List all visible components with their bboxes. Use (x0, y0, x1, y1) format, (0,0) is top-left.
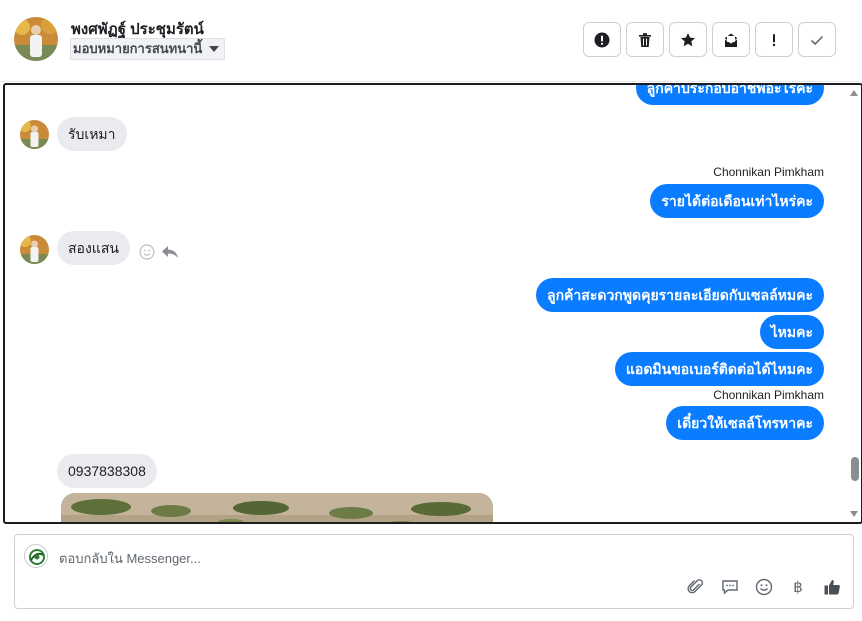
smiley-icon[interactable] (753, 576, 775, 598)
outgoing-message: ลูกค้าประกอบอาชีพอะไรคะ (635, 85, 824, 105)
incoming-message: 0937838308 (57, 454, 157, 488)
scroll-thumb[interactable] (851, 457, 859, 481)
star-button[interactable] (669, 22, 707, 57)
outgoing-message: ไหมคะ (759, 315, 824, 349)
sender-name: Chonnikan Pimkham (713, 388, 824, 402)
delete-button[interactable] (626, 22, 664, 57)
thread-scrollbar[interactable] (847, 85, 861, 522)
conversation-header: พงศพัฏฐ์ ประชุมรัตน์ มอบหมายการสนทนานี้ (0, 0, 862, 82)
outgoing-message: รายได้ต่อเดือนเท่าไหร่คะ (650, 184, 824, 218)
contact-avatar[interactable] (14, 17, 58, 61)
composer-tools: ฿ (685, 576, 843, 598)
conversation-toolbar (583, 22, 836, 57)
scroll-down-arrow-icon[interactable] (850, 511, 858, 517)
star-icon (681, 32, 695, 46)
baht-icon[interactable]: ฿ (787, 576, 809, 598)
reply-input[interactable] (59, 547, 759, 569)
assign-conversation-dropdown[interactable]: มอบหมายการสนทนานี้ (70, 38, 226, 60)
svg-text:฿: ฿ (793, 578, 803, 596)
reply-icon[interactable] (161, 244, 179, 260)
outgoing-message: แอดมินขอเบอร์ติดต่อได้ไหมคะ (614, 352, 824, 386)
contact-avatar-small (20, 120, 49, 149)
incoming-message: รับเหมา (57, 117, 127, 151)
incoming-message: สองแสน (57, 231, 130, 265)
outgoing-message: ลูกค้าสะดวกพูดคุยรายละเอียดกับเซลล์หมคะ (536, 278, 824, 312)
smiley-icon[interactable] (139, 244, 155, 260)
chat-bubble-icon[interactable] (719, 576, 741, 598)
outgoing-message: เดี๋ยวให้เซลล์โทรหาคะ (666, 406, 824, 440)
mark-spam-button[interactable] (583, 22, 621, 57)
mark-unread-button[interactable] (712, 22, 750, 57)
sender-name: Chonnikan Pimkham (713, 165, 824, 179)
message-thread[interactable]: ลูกค้าประกอบอาชีพอะไรคะ รับเหมา Chonnika… (3, 83, 862, 524)
reply-composer: ฿ (14, 534, 854, 609)
exclamation-icon (772, 33, 776, 46)
page-avatar (24, 544, 48, 568)
envelope-icon (724, 33, 738, 47)
paperclip-icon[interactable] (685, 576, 707, 598)
alert-circle-icon (594, 32, 610, 47)
contact-avatar-small (20, 235, 49, 264)
thumbs-up-icon[interactable] (821, 576, 843, 598)
assign-label: มอบหมายการสนทนานี้ (73, 41, 203, 56)
follow-up-button[interactable] (755, 22, 793, 57)
caret-down-icon (209, 46, 220, 52)
mark-done-button[interactable] (798, 22, 836, 57)
message-actions (139, 244, 179, 260)
incoming-photo-attachment[interactable] (61, 493, 493, 522)
scroll-up-arrow-icon[interactable] (850, 90, 858, 96)
trash-icon (639, 32, 651, 47)
check-icon (810, 35, 824, 45)
